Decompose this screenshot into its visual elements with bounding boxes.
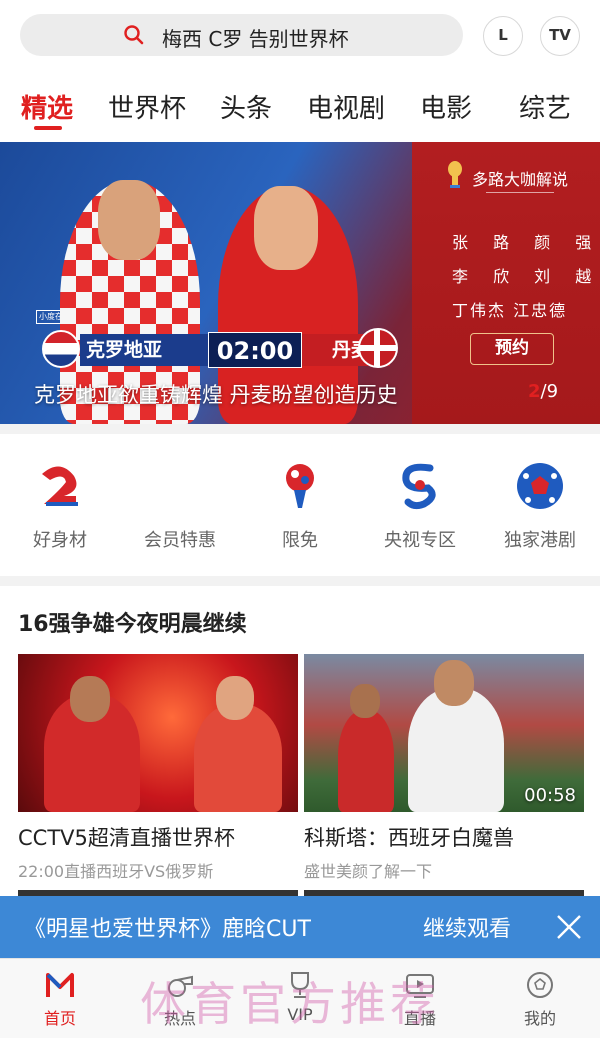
nav-label: 我的	[523, 1009, 556, 1028]
tab-headlines[interactable]: 头条	[220, 88, 272, 125]
panel-divider	[486, 192, 554, 193]
video-thumbnail: 00:58	[304, 654, 584, 812]
video-title: CCTV5超清直播世界杯	[18, 826, 235, 850]
shortcut-row: 好身材 会员特惠 限免 央视专区 独家港剧	[0, 440, 600, 570]
tab-featured[interactable]: 精选	[21, 88, 73, 125]
denmark-flag-icon	[358, 328, 398, 368]
nav-home[interactable]: 首页	[20, 969, 100, 1029]
pager-total: /9	[540, 381, 559, 402]
tab-world-cup[interactable]: 世界杯	[108, 88, 186, 125]
nav-hot[interactable]: 热点	[140, 969, 220, 1029]
tv-cast-button[interactable]: TV	[540, 16, 580, 56]
soccer-ball-icon	[517, 463, 563, 509]
shortcut-vip-deal[interactable]: 会员特惠	[120, 460, 240, 552]
pager-current: 2	[528, 381, 541, 402]
world-cup-icon	[286, 464, 314, 508]
history-button[interactable]: L	[483, 16, 523, 56]
top-bar: 梅西 C罗 告别世界杯 L TV	[0, 0, 600, 72]
trophy-icon	[291, 972, 309, 998]
commentator-list: 张 路 颜 强 李 欣 刘 越 丁伟杰 江忠德	[452, 226, 600, 328]
world-cup-trophy-icon	[448, 161, 462, 188]
live-tv-icon	[406, 974, 434, 998]
video-card[interactable]: CCTV5超清直播世界杯 22:00直播西班牙VS俄罗斯	[18, 654, 298, 882]
match-time: 02:00	[208, 332, 302, 368]
shortcut-label: 会员特惠	[144, 530, 216, 551]
section-divider	[0, 424, 600, 434]
haoshencai-icon	[42, 466, 78, 506]
tab-tv-series[interactable]: 电视剧	[307, 88, 385, 125]
bottom-navigation: 首页 热点 VIP 直播 我的	[0, 958, 600, 1038]
nav-label: VIP	[287, 1005, 313, 1024]
active-tab-indicator	[34, 126, 62, 130]
shortcut-label: 好身材	[33, 530, 87, 551]
video-card[interactable]: 00:58 科斯塔：西班牙白魔兽 盛世美颜了解一下	[304, 654, 584, 882]
nav-label: 首页	[43, 1009, 76, 1028]
panel-title: 多路大咖解说	[472, 170, 569, 189]
shortcut-label: 独家港剧	[504, 530, 576, 551]
close-icon[interactable]	[556, 914, 582, 940]
shortcut-free[interactable]: 限免	[240, 460, 360, 552]
nav-label: 热点	[163, 1009, 196, 1028]
tab-movies[interactable]: 电影	[420, 88, 472, 125]
home-icon	[46, 973, 74, 997]
commentator-row: 李 欣 刘 越	[452, 267, 600, 286]
whistle-icon	[168, 975, 193, 997]
continue-watching-button[interactable]: 继续观看	[423, 911, 511, 943]
commentator-row: 张 路 颜 强	[452, 233, 600, 252]
tab-variety[interactable]: 综艺	[519, 88, 571, 125]
search-bar[interactable]: 梅西 C罗 告别世界杯	[20, 14, 463, 56]
book-button[interactable]: 预约	[470, 333, 554, 365]
shortcut-cctv[interactable]: 央视专区	[360, 460, 480, 552]
search-placeholder: 梅西 C罗 告别世界杯	[162, 27, 349, 51]
nav-label: 直播	[403, 1009, 436, 1028]
video-subtitle: 22:00直播西班牙VS俄罗斯	[18, 862, 214, 881]
section-title: 16强争雄今夜明晨继续	[18, 612, 247, 637]
shortcut-hk-drama[interactable]: 独家港剧	[480, 460, 600, 552]
nav-live[interactable]: 直播	[380, 969, 460, 1029]
video-title: 科斯塔：西班牙白魔兽	[304, 826, 514, 850]
continue-watching-bar[interactable]: 《明星也爱世界杯》鹿晗CUT 继续观看	[0, 896, 600, 958]
video-subtitle: 盛世美颜了解一下	[304, 862, 433, 881]
channel-tabs: 精选 世界杯 头条 电视剧 电影 综艺	[0, 80, 600, 136]
section-divider	[0, 576, 600, 586]
banner-caption: 克罗地亚欲重铸辉煌 丹麦盼望创造历史	[34, 383, 398, 407]
croatia-flag-icon	[42, 330, 80, 368]
shortcut-label: 限免	[282, 530, 318, 551]
profile-ball-icon	[527, 972, 553, 998]
nav-vip[interactable]: VIP	[260, 969, 340, 1024]
search-icon	[124, 25, 144, 45]
shortcut-haoshencai[interactable]: 好身材	[0, 460, 120, 552]
team-left-name: 克罗地亚	[80, 334, 208, 366]
nav-profile[interactable]: 我的	[500, 969, 580, 1029]
cctv-icon	[402, 463, 436, 510]
banner-pager: 2/9	[528, 381, 558, 402]
continue-title: 《明星也爱世界杯》鹿晗CUT	[24, 917, 311, 942]
video-duration: 00:58	[524, 785, 576, 806]
video-thumbnail	[18, 654, 298, 812]
vip-deal-icon	[158, 476, 202, 498]
commentator-row: 丁伟杰 江忠德	[452, 301, 568, 320]
shortcut-label: 央视专区	[384, 530, 456, 551]
hero-banner[interactable]: 多路大咖解说 张 路 颜 强 李 欣 刘 越 丁伟杰 江忠德 预约 小度在家 克…	[0, 142, 600, 424]
match-scorebar: 克罗地亚 02:00 丹麦	[42, 328, 398, 370]
